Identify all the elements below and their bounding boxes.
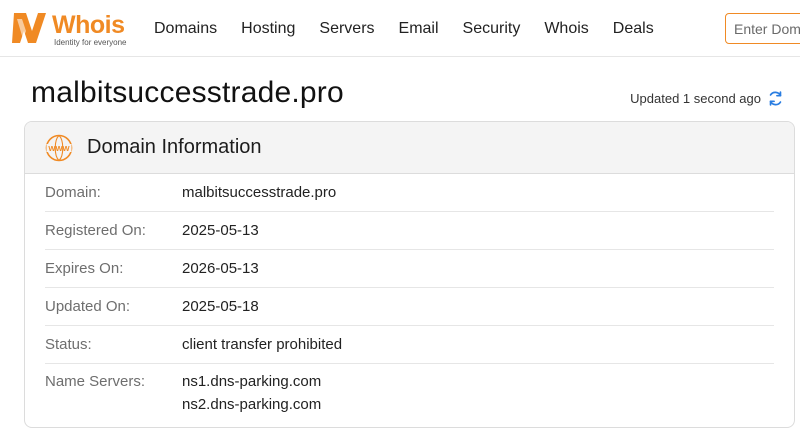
name-server-item: ns2.dns-parking.com bbox=[182, 396, 322, 413]
domain-search-input[interactable] bbox=[725, 13, 800, 44]
info-row-name-servers: Name Servers: ns1.dns-parking.com ns2.dn… bbox=[45, 364, 774, 416]
name-server-item: ns1.dns-parking.com bbox=[182, 373, 322, 390]
whois-logo-icon bbox=[12, 13, 46, 43]
logo-wordmark: Whois bbox=[52, 11, 125, 39]
updated-text: Updated 1 second ago bbox=[630, 91, 761, 106]
info-row-domain: Domain: malbitsuccesstrade.pro bbox=[45, 174, 774, 212]
domain-information-card: WWW Domain Information Domain: malbitsuc… bbox=[24, 121, 795, 428]
row-value: 2025-05-13 bbox=[182, 222, 259, 239]
row-label: Registered On: bbox=[45, 222, 146, 239]
logo-tagline: Identity for everyone bbox=[54, 38, 127, 47]
row-label: Status: bbox=[45, 336, 92, 353]
whois-logo[interactable]: Whois Identity for everyone bbox=[8, 9, 132, 47]
nav-domains[interactable]: Domains bbox=[154, 20, 217, 38]
info-row-registered: Registered On: 2025-05-13 bbox=[45, 212, 774, 250]
info-row-status: Status: client transfer prohibited bbox=[45, 326, 774, 364]
row-value: 2026-05-13 bbox=[182, 260, 259, 277]
domain-info-table: Domain: malbitsuccesstrade.pro Registere… bbox=[25, 174, 794, 416]
row-value: client transfer prohibited bbox=[182, 336, 343, 353]
card-title: Domain Information bbox=[87, 136, 262, 158]
row-value: 2025-05-18 bbox=[182, 298, 259, 315]
row-value: malbitsuccesstrade.pro bbox=[182, 184, 337, 201]
name-server-list: ns1.dns-parking.com ns2.dns-parking.com bbox=[182, 370, 321, 416]
www-globe-icon: WWW bbox=[45, 134, 73, 161]
row-label: Expires On: bbox=[45, 260, 124, 277]
updated-status: Updated 1 second ago bbox=[630, 90, 784, 107]
info-row-updated: Updated On: 2025-05-18 bbox=[45, 288, 774, 326]
main-nav: Domains Hosting Servers Email Security W… bbox=[142, 0, 666, 57]
page-title: malbitsuccesstrade.pro bbox=[31, 76, 344, 109]
nav-deals[interactable]: Deals bbox=[613, 20, 654, 38]
row-label: Updated On: bbox=[45, 298, 131, 315]
nav-security[interactable]: Security bbox=[463, 20, 521, 38]
nav-whois[interactable]: Whois bbox=[544, 20, 588, 38]
info-row-expires: Expires On: 2026-05-13 bbox=[45, 250, 774, 288]
row-label: Name Servers: bbox=[45, 373, 146, 390]
top-navigation-bar: Whois Identity for everyone Domains Host… bbox=[0, 0, 800, 57]
nav-hosting[interactable]: Hosting bbox=[241, 20, 295, 38]
card-header: WWW Domain Information bbox=[25, 122, 794, 174]
nav-email[interactable]: Email bbox=[399, 20, 439, 38]
refresh-icon[interactable] bbox=[767, 90, 784, 107]
svg-text:WWW: WWW bbox=[48, 143, 70, 152]
row-label: Domain: bbox=[45, 184, 101, 201]
nav-servers[interactable]: Servers bbox=[319, 20, 374, 38]
